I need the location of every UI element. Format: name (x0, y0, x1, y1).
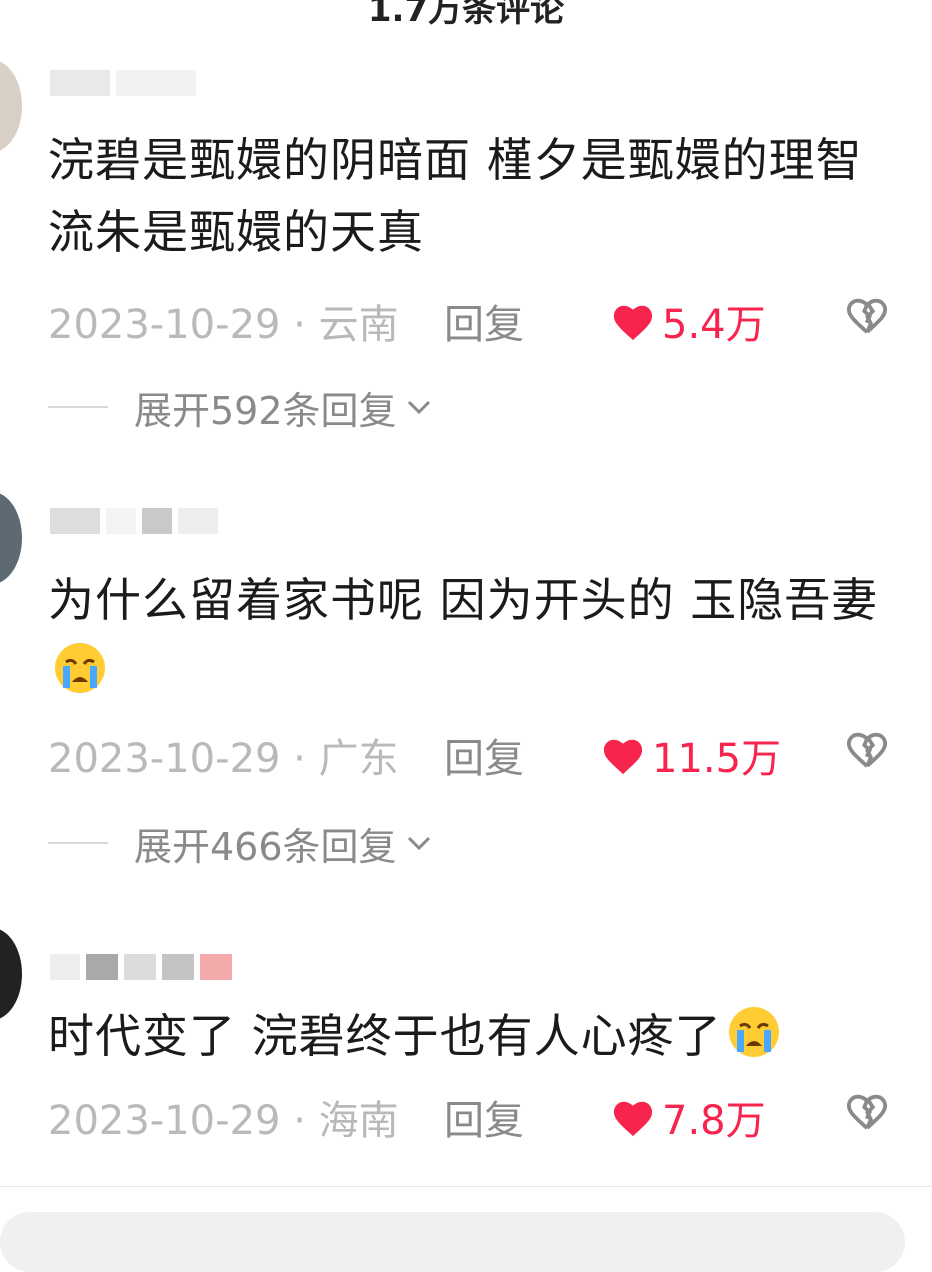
reply-button[interactable]: 回复 (444, 726, 524, 784)
comment-date-location: 2023-10-29 · 海南 (48, 1098, 399, 1144)
comment-text-content: 时代变了 浣碧终于也有人心疼了 (48, 1009, 722, 1063)
comment-text: 为什么留着家书呢 因为开头的 玉隐吾妻 (48, 564, 908, 708)
expand-replies-label: 展开466条回复 (134, 824, 397, 869)
heart-icon (613, 305, 653, 341)
avatar[interactable] (0, 492, 22, 584)
chevron-down-icon (407, 400, 430, 415)
like-button[interactable]: 5.4万 (610, 292, 766, 350)
avatar[interactable] (0, 60, 22, 152)
comment-input[interactable] (0, 1212, 905, 1272)
comment-meta: 2023-10-29 · 云南 回复 5.4万 (48, 292, 928, 348)
heart-icon (603, 739, 643, 775)
username-blurred[interactable] (50, 494, 218, 534)
comment-meta: 2023-10-29 · 广东 回复 11.5万 (48, 726, 928, 782)
comment-date-location: 2023-10-29 · 云南 (48, 302, 399, 348)
comment-text-content: 为什么留着家书呢 因为开头的 玉隐吾妻 (48, 573, 879, 627)
divider-line (48, 842, 108, 844)
comment-text: 浣碧是甄嬛的阴暗面 槿夕是甄嬛的理智 流朱是甄嬛的天真 (48, 133, 863, 259)
expand-replies-label: 展开592条回复 (134, 388, 397, 433)
comment-meta: 2023-10-29 · 海南 回复 7.8万 (48, 1088, 928, 1144)
like-button[interactable]: 7.8万 (610, 1088, 766, 1146)
expand-replies-button[interactable]: 展开592条回复 (48, 382, 433, 433)
expand-replies-button[interactable]: 展开466条回复 (48, 818, 433, 869)
like-count: 5.4万 (662, 302, 766, 348)
divider-line (48, 406, 108, 408)
loudly-crying-face-icon (55, 643, 105, 693)
comments-count-header: 1.7万条评论 (367, 0, 565, 30)
like-count: 11.5万 (652, 736, 782, 782)
broken-heart-icon[interactable] (844, 728, 890, 770)
reply-button[interactable]: 回复 (444, 292, 524, 350)
broken-heart-icon[interactable] (844, 294, 890, 336)
comment-date-location: 2023-10-29 · 广东 (48, 736, 399, 782)
comment-text: 时代变了 浣碧终于也有人心疼了 (48, 1000, 908, 1072)
username-blurred[interactable] (50, 56, 196, 96)
avatar[interactable] (0, 928, 22, 1020)
like-count: 7.8万 (662, 1098, 766, 1144)
reply-button[interactable]: 回复 (444, 1088, 524, 1146)
loudly-crying-face-icon (728, 1007, 779, 1057)
chevron-down-icon (407, 836, 430, 851)
like-button[interactable]: 11.5万 (600, 726, 781, 784)
heart-icon (613, 1101, 653, 1137)
username-blurred[interactable] (50, 940, 232, 980)
broken-heart-icon[interactable] (844, 1090, 890, 1132)
